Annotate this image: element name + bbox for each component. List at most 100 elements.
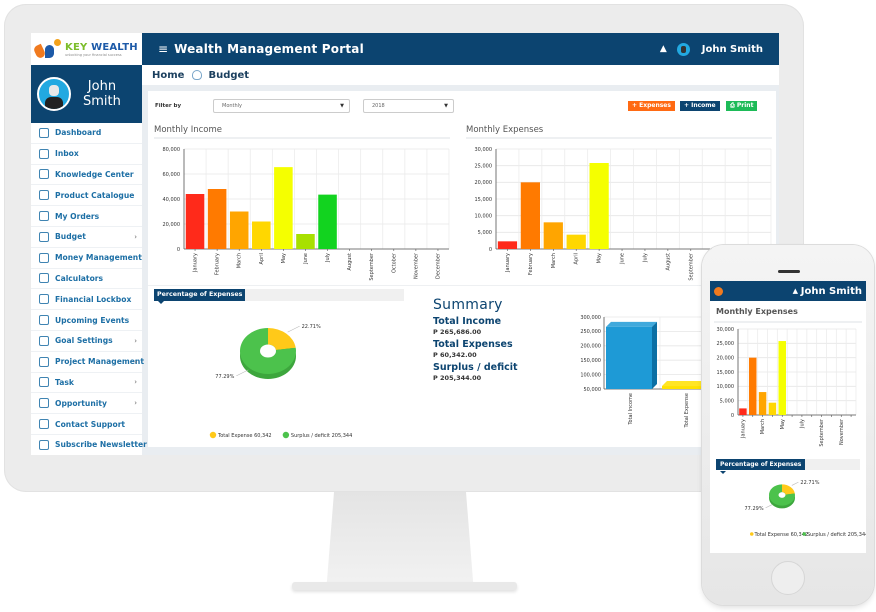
x-tick-label: February — [215, 253, 221, 275]
sidebar-item-label: Money Management — [55, 253, 142, 263]
x-tick-label: January — [193, 253, 199, 273]
sidebar-item-project-management[interactable]: Project Management › — [31, 352, 144, 373]
phone-home-button[interactable] — [771, 561, 805, 595]
y-tick-label: 250,000 — [580, 329, 601, 335]
chart-icon — [39, 127, 49, 138]
brand-name-key: KEY — [65, 41, 88, 53]
library-icon — [39, 169, 49, 180]
user-name[interactable]: John Smith — [702, 44, 763, 55]
bar-april[interactable] — [566, 234, 586, 249]
sidebar-item-upcoming-events[interactable]: Upcoming Events — [31, 310, 142, 331]
slice-percent-label: 22.71% — [302, 324, 321, 330]
chevron-right-icon: › — [134, 357, 137, 366]
period-select[interactable]: Monthly ▼ — [213, 99, 350, 113]
notification-bell-icon[interactable]: ▲ — [793, 287, 798, 295]
sidebar-item-knowledge-center[interactable]: Knowledge Center — [31, 165, 142, 186]
bar-may[interactable] — [589, 163, 609, 249]
y-tick-label: 20,000 — [717, 355, 735, 361]
y-tick-label: 60,000 — [163, 172, 181, 178]
bar-march[interactable] — [758, 392, 767, 415]
budget-panel: Filter by Monthly ▼ 2018 ▼ + Expenses + … — [148, 91, 776, 447]
bar-month-3[interactable] — [768, 402, 777, 415]
bar-july[interactable] — [318, 194, 337, 249]
y-tick-label: 20,000 — [475, 180, 493, 186]
bar-march[interactable] — [543, 222, 563, 249]
app-title: Wealth Management Portal — [174, 42, 364, 56]
target-icon — [39, 335, 49, 346]
print-button[interactable]: ⎙ Print — [726, 101, 758, 111]
sidebar-item-goal-settings[interactable]: Goal Settings › — [31, 331, 142, 352]
sidebar-item-product-catalogue[interactable]: Product Catalogue — [31, 185, 142, 207]
legend-label[interactable]: Surplus / deficit 205,344 — [807, 532, 866, 538]
phone-user-name[interactable]: John Smith — [801, 286, 862, 297]
surplus-label: Surplus / deficit — [433, 362, 518, 373]
bar-month-1[interactable] — [749, 357, 757, 415]
x-tick-label: January — [505, 253, 511, 273]
period-select-value: Monthly — [222, 103, 243, 109]
legend-label[interactable]: Total Expense 60,342 — [754, 532, 809, 538]
y-tick-label: 5,000 — [720, 398, 734, 404]
bar-march[interactable] — [229, 211, 249, 250]
bar-total-income[interactable] — [606, 321, 657, 389]
sidebar-item-label: Product Catalogue — [55, 190, 135, 200]
total-expenses-value: P 60,342.00 — [433, 351, 477, 359]
x-tick-label: May — [780, 419, 786, 429]
sidebar-item-budget[interactable]: Budget › — [31, 227, 142, 248]
add-income-button[interactable]: + Income — [680, 101, 720, 111]
sidebar-item-task[interactable]: Task › — [31, 373, 142, 394]
chevron-right-icon: › — [134, 399, 137, 408]
calculator-icon — [39, 273, 49, 284]
monthly-income-title: Monthly Income — [154, 125, 223, 135]
legend-label[interactable]: Surplus / deficit 205,344 — [291, 433, 352, 439]
sidebar-item-inbox[interactable]: Inbox — [31, 144, 142, 165]
bar-january[interactable] — [739, 408, 747, 415]
x-tick-label: May — [597, 253, 603, 263]
bar-february[interactable] — [207, 189, 227, 249]
notification-bell-icon[interactable]: ▲ — [660, 44, 667, 54]
bar-may[interactable] — [274, 167, 293, 249]
slice-connector — [236, 369, 249, 377]
breadcrumb-home[interactable]: Home — [152, 70, 184, 81]
y-tick-label: 25,000 — [475, 163, 493, 169]
sidebar-item-dashboard[interactable]: Dashboard — [31, 123, 142, 144]
percentage-of-expenses-header: Percentage of Expenses — [154, 289, 404, 304]
avatar[interactable] — [37, 77, 71, 111]
bar-may[interactable] — [778, 341, 786, 415]
bar-january[interactable] — [185, 194, 205, 249]
sidebar-item-label: Subscribe Newsletter — [55, 440, 147, 450]
sidebar-item-subscribe-newsletter[interactable]: Subscribe Newsletter — [31, 435, 147, 455]
y-tick-label: 40,000 — [163, 197, 181, 203]
bar-june[interactable] — [296, 234, 315, 249]
donut-hole — [260, 344, 276, 358]
x-tick-label: April — [574, 253, 580, 264]
sidebar-item-opportunity[interactable]: Opportunity › — [31, 393, 142, 415]
bar-january[interactable] — [497, 241, 518, 249]
x-tick-label: April — [259, 253, 265, 264]
add-expenses-button[interactable]: + Expenses — [628, 101, 675, 111]
sidebar-item-label: Calculators — [55, 273, 104, 283]
tasks-icon — [39, 356, 49, 367]
sidebar-item-financial-lockbox[interactable]: Financial Lockbox — [31, 289, 142, 311]
y-tick-label: 15,000 — [717, 370, 735, 376]
sidebar-item-money-management[interactable]: Money Management — [31, 248, 142, 269]
chevron-right-icon: › — [134, 378, 137, 387]
bar-april[interactable] — [252, 221, 271, 250]
legend-label[interactable]: Total Expense 60,342 — [217, 433, 272, 439]
sidebar-item-label: Project Management — [55, 357, 144, 367]
sidebar-item-contact-support[interactable]: Contact Support — [31, 414, 142, 435]
brand-logo[interactable]: KEY WEALTH unlocking your financial succ… — [31, 33, 142, 65]
year-select[interactable]: 2018 ▼ — [363, 99, 454, 113]
y-tick-label: 100,000 — [580, 372, 601, 378]
safe-icon — [39, 294, 49, 305]
monitor-stand — [326, 492, 474, 587]
slice-connector — [791, 481, 799, 486]
phone-menu-icon[interactable] — [714, 286, 723, 296]
x-tick-label: March — [237, 253, 243, 268]
hamburger-menu-icon[interactable]: ≡ — [158, 42, 168, 56]
sidebar-item-my-orders[interactable]: My Orders — [31, 206, 142, 227]
x-tick-label: July — [642, 253, 648, 263]
sidebar-item-calculators[interactable]: Calculators — [31, 269, 142, 290]
user-avatar-icon[interactable] — [676, 42, 690, 56]
breadcrumb-current: Budget — [208, 69, 250, 81]
bar-february[interactable] — [520, 182, 540, 249]
